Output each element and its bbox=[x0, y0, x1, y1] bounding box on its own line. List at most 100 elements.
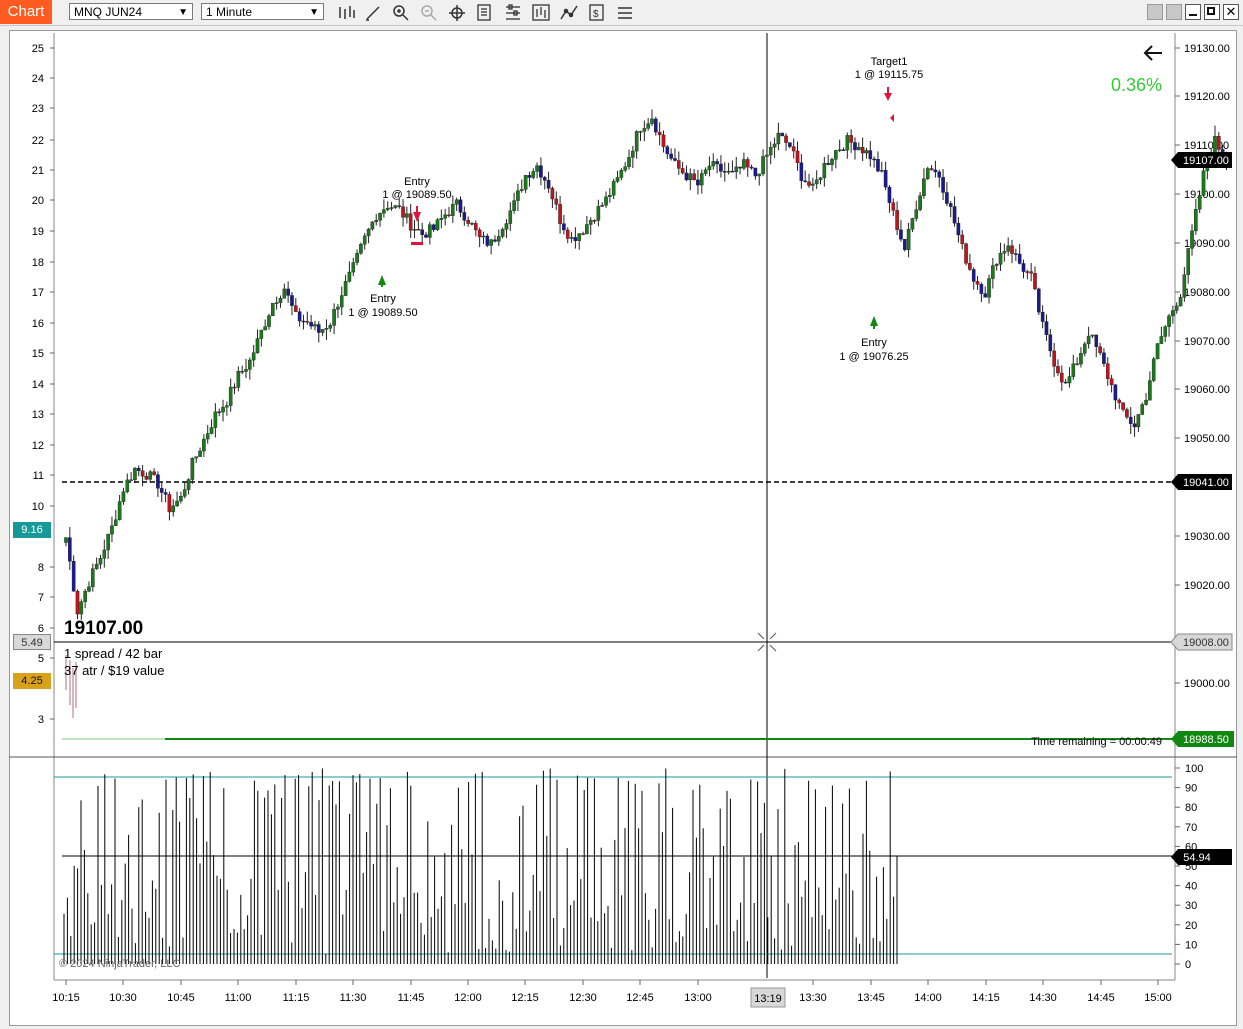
candle bbox=[1105, 357, 1110, 386]
candle bbox=[389, 201, 394, 211]
candle bbox=[428, 221, 432, 245]
candle bbox=[1006, 237, 1010, 256]
price-axis-label: 19000.00 bbox=[1184, 678, 1230, 690]
candle bbox=[868, 141, 873, 167]
candle bbox=[71, 555, 76, 592]
candle bbox=[696, 169, 700, 195]
candle bbox=[412, 219, 417, 239]
chart-canvas[interactable]: 2524232221201918171615141312111087653 19… bbox=[0, 0, 1243, 1029]
candle bbox=[1194, 198, 1198, 235]
candle bbox=[213, 403, 218, 438]
candle bbox=[646, 118, 650, 131]
candle bbox=[581, 231, 585, 236]
indicator-series bbox=[63, 768, 898, 964]
price-axis-label: 19130.00 bbox=[1184, 43, 1230, 55]
candle bbox=[133, 466, 137, 484]
candle bbox=[190, 457, 195, 484]
candle bbox=[267, 313, 271, 330]
candle bbox=[531, 168, 536, 180]
time-axis-label: 12:00 bbox=[454, 992, 482, 1004]
candle bbox=[405, 206, 409, 224]
candle bbox=[68, 527, 72, 571]
candle bbox=[113, 509, 118, 526]
candle bbox=[684, 165, 689, 182]
candle bbox=[274, 296, 279, 310]
left-axis-label: 14 bbox=[32, 379, 44, 391]
back-arrow-icon[interactable] bbox=[1143, 45, 1162, 61]
indicator-axis-label: 10 bbox=[1185, 939, 1197, 951]
candle bbox=[535, 162, 539, 179]
price-axis-label: 19050.00 bbox=[1184, 433, 1230, 445]
candle bbox=[887, 184, 892, 213]
left-axis-label: 20 bbox=[32, 195, 44, 207]
candle bbox=[75, 589, 80, 620]
candle bbox=[79, 599, 84, 620]
candlestick-series bbox=[64, 109, 1229, 620]
candle bbox=[451, 195, 455, 223]
candle bbox=[738, 166, 742, 175]
candle bbox=[857, 142, 861, 151]
candle bbox=[899, 220, 903, 242]
candle bbox=[631, 145, 635, 168]
indicator-axis-label: 80 bbox=[1185, 802, 1197, 814]
entry-label-1: Entry bbox=[370, 293, 396, 305]
candle bbox=[688, 168, 693, 191]
entry-price-3: 1 @ 19076.25 bbox=[839, 351, 908, 363]
candle bbox=[588, 217, 593, 235]
candle bbox=[1090, 334, 1095, 339]
candle bbox=[1086, 326, 1091, 349]
entry-label-3: Entry bbox=[861, 337, 887, 349]
candle bbox=[439, 209, 444, 229]
candle bbox=[1167, 313, 1171, 337]
candle bbox=[263, 319, 267, 331]
entry-marker-2[interactable] bbox=[411, 206, 423, 245]
candle bbox=[186, 478, 191, 495]
candle bbox=[906, 222, 911, 258]
candle bbox=[516, 183, 520, 212]
candle bbox=[1102, 348, 1106, 367]
candle bbox=[998, 242, 1003, 271]
candle bbox=[504, 219, 509, 238]
candle bbox=[305, 311, 310, 325]
candle bbox=[110, 516, 114, 543]
candle bbox=[236, 366, 241, 392]
candle bbox=[1136, 414, 1141, 433]
candle bbox=[466, 216, 470, 227]
candle bbox=[569, 232, 574, 243]
candle bbox=[592, 219, 597, 224]
candle bbox=[523, 175, 528, 194]
dashed-level-box: 19041.00 bbox=[1171, 474, 1232, 490]
info-atr: 37 atr / $19 value bbox=[64, 663, 165, 678]
candle bbox=[814, 170, 819, 189]
entry-marker-3[interactable] bbox=[870, 316, 878, 329]
candle bbox=[910, 217, 915, 233]
entry-marker-1[interactable] bbox=[378, 275, 386, 287]
price-axis-label: 19030.00 bbox=[1184, 531, 1230, 543]
candle bbox=[826, 154, 830, 166]
indicator-axis-label: 90 bbox=[1185, 783, 1197, 795]
candle bbox=[623, 161, 627, 173]
candle bbox=[485, 233, 490, 248]
candle bbox=[385, 201, 390, 212]
candle bbox=[1094, 334, 1099, 358]
candle bbox=[604, 191, 608, 208]
target-marker[interactable] bbox=[884, 87, 894, 122]
entry-label-2: Entry bbox=[404, 176, 430, 188]
candle bbox=[477, 227, 482, 248]
candle bbox=[359, 242, 363, 255]
candle bbox=[1109, 374, 1114, 393]
candle bbox=[1059, 365, 1064, 391]
candle bbox=[795, 141, 800, 171]
candle bbox=[278, 295, 283, 308]
candle bbox=[519, 179, 524, 193]
price-axis-label: 19080.00 bbox=[1184, 287, 1230, 299]
price-axis-label: 19060.00 bbox=[1184, 384, 1230, 396]
time-axis-label: 15:00 bbox=[1144, 992, 1172, 1004]
candle bbox=[550, 186, 555, 209]
candle bbox=[761, 149, 765, 177]
time-axis-label: 10:45 bbox=[167, 992, 195, 1004]
candle bbox=[159, 482, 164, 503]
candle bbox=[895, 201, 899, 236]
candle bbox=[136, 465, 141, 477]
candle bbox=[244, 358, 248, 379]
